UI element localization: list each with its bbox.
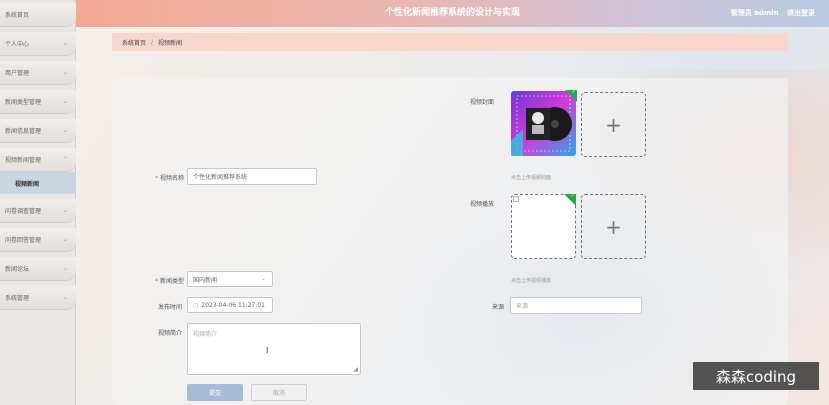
video-news-form: 视频封面 ✓ + 点击上传视频封面 * 视频名称 个性化新闻推荐系统 视频播放 … <box>112 78 788 405</box>
video-label: 视频播放 <box>464 199 494 208</box>
sidebar-item-survey-answer-management[interactable]: 问卷回答管理 ⌄ <box>0 228 76 252</box>
sidebar-item-label: 视频新闻管理 <box>5 157 42 164</box>
source-label: 来源 <box>491 304 504 311</box>
chevron-up-icon: ⌃ <box>62 156 68 163</box>
sidebar-item-label: 个人中心 <box>5 41 30 48</box>
breadcrumb-current: 视频新闻 <box>158 39 183 47</box>
chevron-down-icon: ⌄ <box>62 294 68 301</box>
breadcrumb: 系统首页 / 视频新闻 <box>112 33 788 51</box>
resize-handle-icon[interactable]: ◢ <box>353 366 358 373</box>
sidebar-item-label: 系统管理 <box>5 295 30 302</box>
sidebar: 系统首页 个人中心 ⌄ 用户管理 ⌄ 新闻类型管理 ⌄ 新闻信息管理 ⌄ 视频新… <box>0 0 76 405</box>
sidebar-item-label: 用户管理 <box>5 70 30 77</box>
sidebar-item-news-type-management[interactable]: 新闻类型管理 ⌄ <box>0 90 76 114</box>
chevron-down-icon: ⌄ <box>62 69 68 76</box>
sidebar-subitem-label: 视频新闻 <box>15 180 40 188</box>
check-icon: ✓ <box>570 193 575 199</box>
clock-icon: ◷ <box>193 301 199 309</box>
cancel-button[interactable]: 取消 <box>251 384 307 401</box>
top-header: 个性化新闻推荐系统的设计与实现 管理员 admin 退出登录 <box>76 0 829 27</box>
name-label-text: 视频名称 <box>159 175 184 182</box>
video-thumbnail[interactable]: ✓ <box>511 193 576 259</box>
sidebar-item-label: 新闻信息管理 <box>5 128 42 135</box>
cover-hint: 点击上传视频封面 <box>511 175 552 181</box>
sidebar-subitem-video-news[interactable]: 视频新闻 <box>0 172 76 194</box>
video-upload-button[interactable]: + <box>581 194 646 259</box>
check-icon: ✓ <box>571 89 576 95</box>
sidebar-item-news-forum[interactable]: 新闻论坛 ⌄ <box>0 257 76 281</box>
plus-icon: + <box>605 112 622 137</box>
news-type-value: 国内新闻 <box>193 276 218 284</box>
sidebar-item-home[interactable]: 系统首页 <box>0 3 76 27</box>
logout-link[interactable]: 退出登录 <box>787 9 815 17</box>
publish-time-input[interactable]: ◷ 2023-04-06 11:27:01 <box>187 297 273 313</box>
video-label-text: 视频播放 <box>469 201 494 208</box>
type-label-text: 新闻类型 <box>159 278 184 285</box>
sidebar-item-label: 问卷调查管理 <box>5 208 42 215</box>
sidebar-item-user-management[interactable]: 用户管理 ⌄ <box>0 61 76 85</box>
text-cursor-icon: I <box>266 346 269 355</box>
publish-time-label: 发布时间 <box>157 304 182 311</box>
cover-label: 视频封面 <box>464 97 494 106</box>
sidebar-item-system-management[interactable]: 系统管理 ⌄ <box>0 286 76 310</box>
sidebar-item-survey-management[interactable]: 问卷调查管理 ⌄ <box>0 199 76 223</box>
name-label: * 视频名称 <box>134 173 184 182</box>
chevron-down-icon: ⌄ <box>260 275 266 282</box>
video-name-input[interactable]: 个性化新闻推荐系统 <box>187 168 317 185</box>
intro-label: 视频简介 <box>157 330 182 337</box>
app-title: 个性化新闻推荐系统的设计与实现 <box>384 8 520 18</box>
source-input[interactable]: 来源 <box>510 297 642 314</box>
sidebar-item-news-info-management[interactable]: 新闻信息管理 ⌄ <box>0 119 76 143</box>
user-area: 管理员 admin 退出登录 <box>725 0 815 27</box>
sidebar-item-personal-center[interactable]: 个人中心 ⌄ <box>0 32 76 56</box>
watermark: 森森coding <box>693 362 819 390</box>
sidebar-item-video-news-management[interactable]: 视频新闻管理 ⌃ <box>0 148 76 172</box>
broken-image-icon <box>513 196 519 202</box>
chevron-down-icon: ⌄ <box>62 207 68 214</box>
breadcrumb-home[interactable]: 系统首页 <box>122 38 146 47</box>
sidebar-item-label: 新闻类型管理 <box>5 99 42 106</box>
intro-placeholder: 视频简介 <box>193 331 218 338</box>
sidebar-item-label: 问卷回答管理 <box>5 237 42 244</box>
cover-label-text: 视频封面 <box>469 99 494 106</box>
chevron-down-icon: ⌄ <box>62 40 68 47</box>
intro-textarea[interactable]: 视频简介 I ◢ <box>187 323 361 375</box>
news-type-select[interactable]: 国内新闻 ⌄ <box>187 271 273 287</box>
chevron-down-icon: ⌄ <box>62 98 68 105</box>
cover-upload-button[interactable]: + <box>581 92 646 157</box>
user-label: 管理员 admin <box>730 9 779 17</box>
submit-button[interactable]: 提交 <box>187 384 243 401</box>
publish-time-value: 2023-04-06 11:27:01 <box>201 301 265 309</box>
video-hint: 点击上传视频播放 <box>511 278 552 284</box>
cover-thumbnail[interactable]: ✓ <box>511 89 577 156</box>
chevron-down-icon: ⌄ <box>62 236 68 243</box>
sidebar-item-label: 系统首页 <box>5 12 30 19</box>
sidebar-item-label: 新闻论坛 <box>5 266 30 273</box>
chevron-down-icon: ⌄ <box>62 265 68 272</box>
breadcrumb-separator: / <box>151 38 154 46</box>
chevron-down-icon: ⌄ <box>62 127 68 134</box>
plus-icon: + <box>605 214 622 239</box>
required-mark: * <box>154 175 158 182</box>
type-label: * 新闻类型 <box>134 276 184 285</box>
required-mark: * <box>154 278 158 285</box>
